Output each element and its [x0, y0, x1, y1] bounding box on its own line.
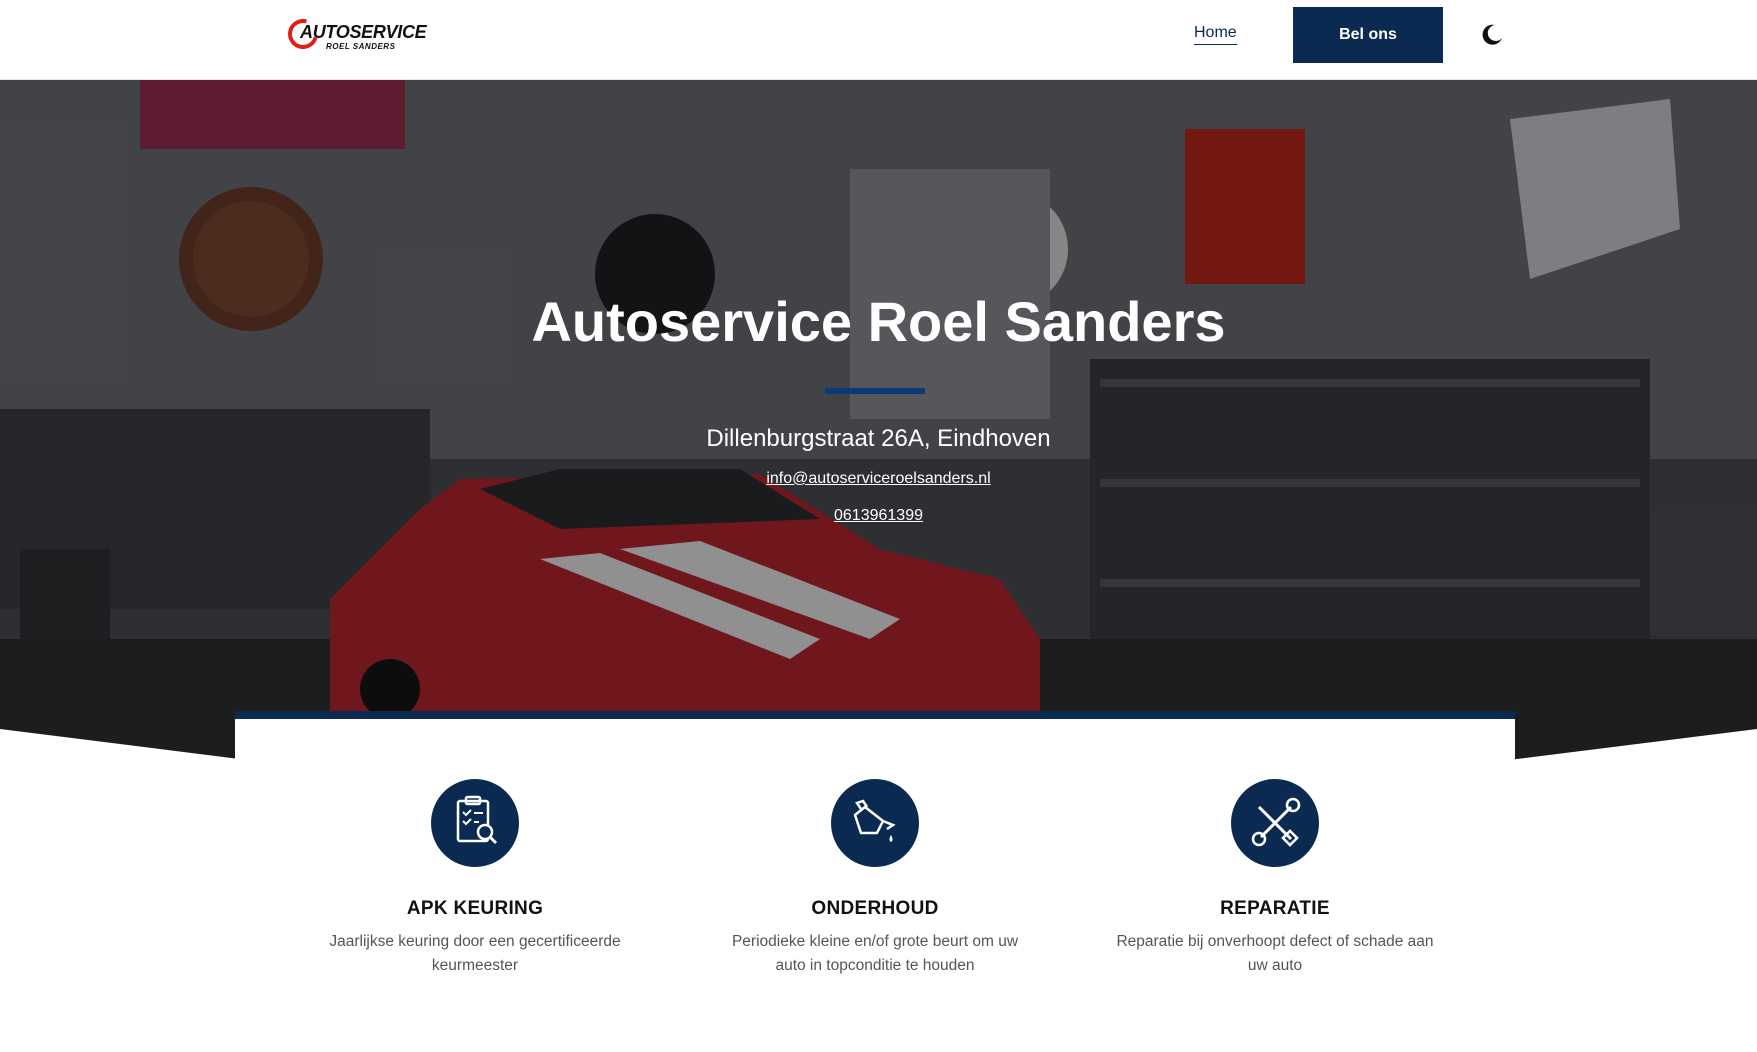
logo-main-text: AUTOSERVICE: [300, 22, 427, 42]
service-title: REPARATIE: [1220, 898, 1330, 919]
service-description: Jaarlijkse keuring door een gecertificee…: [329, 933, 621, 974]
moon-icon[interactable]: [1480, 23, 1504, 47]
services-card: APK KEURING Jaarlijkse keuring door een …: [235, 711, 1515, 1052]
wrench-screwdriver-icon: [1231, 779, 1319, 867]
nav-home-link[interactable]: Home: [1194, 24, 1237, 45]
site-header: AUTOSERVICE ROEL SANDERS Home Bel ons: [0, 0, 1757, 80]
service-title: APK KEURING: [406, 898, 544, 919]
service-description: Periodieke kleine en/of grote beurt om u…: [731, 933, 1019, 974]
service-title: ONDERHOUD: [811, 898, 939, 919]
call-button[interactable]: Bel ons: [1293, 7, 1443, 63]
service-description: Reparatie bij onverhoopt defect of schad…: [1116, 933, 1434, 974]
oil-can-icon: [831, 779, 919, 867]
site-logo[interactable]: AUTOSERVICE ROEL SANDERS: [282, 13, 428, 55]
logo-sub-text: ROEL SANDERS: [326, 42, 396, 51]
clipboard-checklist-icon: [431, 779, 519, 867]
